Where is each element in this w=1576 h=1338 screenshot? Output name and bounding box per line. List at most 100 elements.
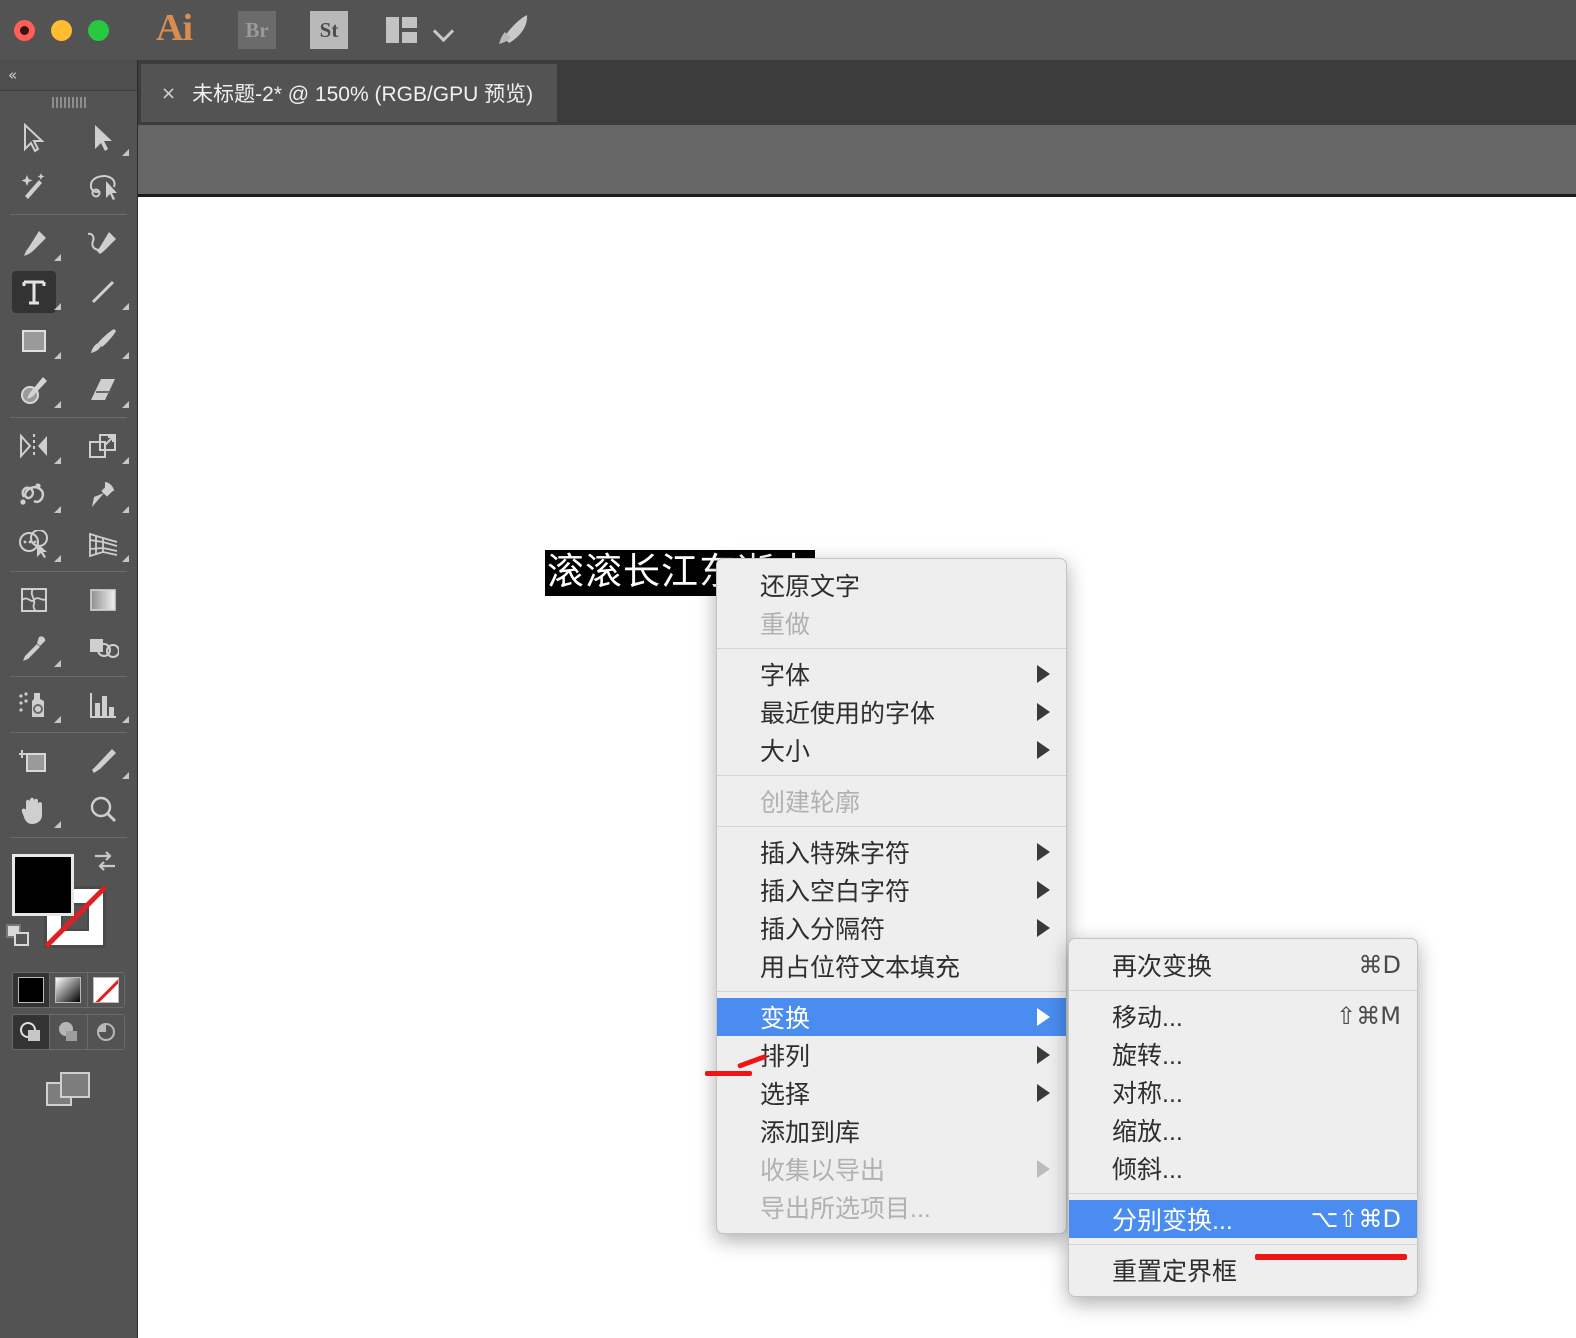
shortcut-label: ⌘D [1358,951,1401,979]
menu-item-arrange[interactable]: 排列 [717,1036,1066,1074]
rocket-icon[interactable] [493,10,533,50]
collapse-panel-icon[interactable]: « [8,66,17,84]
draw-normal-icon[interactable] [13,1015,51,1049]
paint-mode-buttons [12,972,125,1008]
draw-inside-icon[interactable] [88,1015,124,1049]
menu-item-undo-text[interactable]: 还原文字 [717,566,1066,604]
menu-item-font[interactable]: 字体 [717,655,1066,693]
control-bar [138,125,1576,197]
rectangle-tool[interactable] [0,316,69,365]
annotation-underline [1255,1254,1407,1260]
submenu-arrow-icon [1037,1084,1050,1102]
menu-item-size[interactable]: 大小 [717,731,1066,769]
eraser-tool[interactable] [69,365,138,414]
close-window-button[interactable] [14,19,35,41]
submenu-item-transform-again[interactable]: 再次变换 ⌘D [1069,946,1417,984]
pen-tool[interactable] [0,218,69,267]
submenu-item-move[interactable]: 移动... ⇧⌘M [1069,997,1417,1035]
symbol-sprayer-tool[interactable] [0,680,69,729]
fill-color-swatch[interactable] [12,854,74,916]
submenu-arrow-icon [1037,665,1050,683]
submenu-arrow-icon [1037,703,1050,721]
document-tab[interactable]: × 未标题-2* @ 150% (RGB/GPU 预览) [141,64,558,122]
shortcut-label: ⇧⌘M [1336,1002,1401,1030]
mesh-tool[interactable] [0,575,69,624]
workspace-layout-icon[interactable] [386,17,417,43]
scale-tool[interactable] [69,421,138,470]
submenu-item-scale[interactable]: 缩放... [1069,1111,1417,1149]
menu-item-export-selection: 导出所选项目... [760,1195,931,1223]
chevron-down-icon[interactable] [433,24,455,36]
default-fill-stroke-icon[interactable] [6,924,32,950]
tools-group-transform [0,421,137,568]
bridge-badge-icon[interactable]: Br [238,11,276,49]
direct-selection-tool[interactable] [69,113,138,162]
menu-separator [717,648,1066,649]
submenu-item-shear[interactable]: 倾斜... [1069,1149,1417,1187]
free-transform-tool[interactable] [69,470,138,519]
gradient-fill-icon[interactable] [50,973,88,1007]
curvature-tool[interactable] [69,218,138,267]
paintbrush-tool[interactable] [69,316,138,365]
column-graph-tool[interactable] [69,680,138,729]
transform-submenu[interactable]: 再次变换 ⌘D 移动... ⇧⌘M 旋转... 对称... 缩放... 倾斜..… [1068,938,1418,1297]
submenu-arrow-icon [1037,1046,1050,1064]
none-fill-icon[interactable] [88,973,124,1007]
menu-item-insert-special-character[interactable]: 插入特殊字符 [717,833,1066,871]
annotation-pointer-line [705,1071,752,1076]
illustrator-logo-icon: Ai [156,7,193,49]
hand-tool[interactable] [0,785,69,834]
menu-separator [717,991,1066,992]
rotate-tool[interactable] [0,421,69,470]
tools-group-symbols [0,680,137,729]
menu-separator [717,775,1066,776]
type-tool[interactable] [0,267,69,316]
line-segment-tool[interactable] [69,267,138,316]
blend-tool[interactable] [69,624,138,673]
width-tool[interactable] [0,470,69,519]
draw-mode-buttons [12,1014,125,1050]
close-icon[interactable]: × [161,83,176,104]
menu-separator [1069,1244,1417,1245]
menu-item-add-to-library[interactable]: 添加到库 [717,1112,1066,1150]
menu-item-fill-with-placeholder-text[interactable]: 用占位符文本填充 [717,947,1066,985]
perspective-grid-tool[interactable] [69,519,138,568]
screen-mode-icon[interactable] [45,1072,92,1108]
menu-item-insert-whitespace-character[interactable]: 插入空白字符 [717,871,1066,909]
artboard-tool[interactable] [0,736,69,785]
solid-color-icon[interactable] [13,973,51,1007]
gradient-tool[interactable] [69,575,138,624]
menu-item-redo: 重做 [760,611,811,639]
menu-item-collect-for-export: 收集以导出 [717,1150,1066,1188]
zoom-tool[interactable] [69,785,138,834]
menu-item-select[interactable]: 选择 [717,1074,1066,1112]
submenu-item-transform-each[interactable]: 分别变换... ⌥⇧⌘D [1069,1200,1417,1238]
draw-behind-icon[interactable] [50,1015,88,1049]
window-controls [14,19,109,41]
submenu-item-rotate[interactable]: 旋转... [1069,1035,1417,1073]
submenu-arrow-icon [1037,741,1050,759]
submenu-arrow-icon [1037,919,1050,937]
submenu-item-reflect[interactable]: 对称... [1069,1073,1417,1111]
menu-separator [1069,1193,1417,1194]
panel-drag-handle[interactable] [0,91,137,113]
context-menu[interactable]: 还原文字 重做 字体 最近使用的字体 大小 创建轮廓 插入特殊字符 插入空白字符 [716,558,1067,1234]
magic-wand-tool[interactable] [0,162,69,211]
menu-item-transform[interactable]: 变换 [717,998,1066,1036]
maximize-window-button[interactable] [88,19,109,41]
shaper-tool[interactable] [0,365,69,414]
selection-tool[interactable] [0,113,69,162]
shape-builder-tool[interactable] [0,519,69,568]
document-tab-title: 未标题-2* @ 150% (RGB/GPU 预览) [192,83,534,106]
slice-tool[interactable] [69,736,138,785]
swap-arrows-icon[interactable] [92,850,118,874]
tools-group-selection [0,113,137,211]
submenu-arrow-icon [1037,1160,1050,1178]
lasso-tool[interactable] [69,162,138,211]
menu-item-recent-fonts[interactable]: 最近使用的字体 [717,693,1066,731]
eyedropper-tool[interactable] [0,624,69,673]
menu-item-insert-break-character[interactable]: 插入分隔符 [717,909,1066,947]
minimize-window-button[interactable] [51,19,72,41]
stock-badge-icon[interactable]: St [310,11,348,49]
document-tab-strip: × 未标题-2* @ 150% (RGB/GPU 预览) [138,60,1576,125]
